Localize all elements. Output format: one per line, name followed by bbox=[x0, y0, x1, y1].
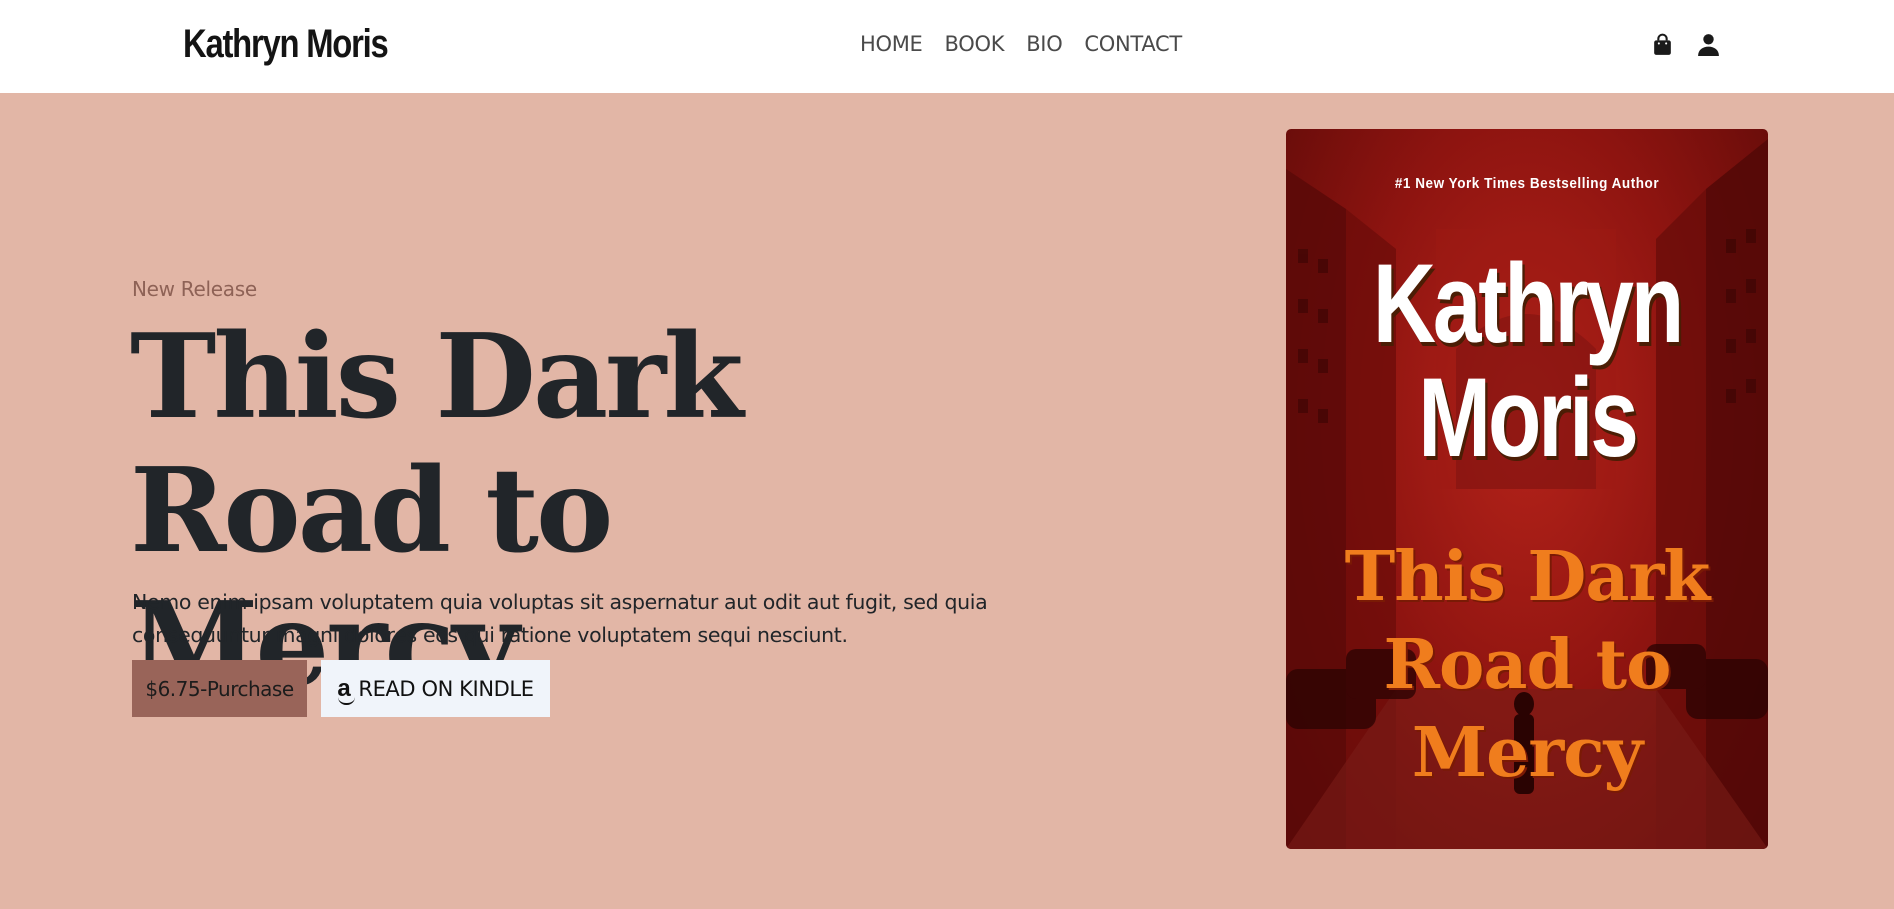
cover-title-line-2: Road to bbox=[1383, 625, 1672, 705]
cover-title-line-1: This Dark bbox=[1344, 537, 1711, 617]
nav-home[interactable]: HOME bbox=[860, 32, 923, 56]
nav-contact[interactable]: CONTACT bbox=[1084, 32, 1182, 56]
nav-bio[interactable]: BIO bbox=[1026, 32, 1063, 56]
release-eyebrow: New Release bbox=[132, 277, 257, 301]
kindle-button-label: READ ON KINDLE bbox=[358, 676, 534, 701]
nav-book[interactable]: BOOK bbox=[945, 32, 1005, 56]
cover-author-name: Kathryn Moris bbox=[1339, 247, 1715, 475]
read-on-kindle-button[interactable]: a READ ON KINDLE bbox=[321, 660, 550, 717]
amazon-icon: a bbox=[337, 674, 356, 705]
user-icon[interactable] bbox=[1696, 32, 1721, 57]
book-cover: #1 New York Times Bestselling Author Kat… bbox=[1286, 129, 1768, 849]
cover-tagline: #1 New York Times Bestselling Author bbox=[1394, 175, 1660, 192]
cover-author-line-1: Kathryn bbox=[1372, 241, 1684, 366]
hero-actions: $6.75-Purchase a READ ON KINDLE bbox=[132, 660, 550, 717]
site-logo[interactable]: Kathryn Moris bbox=[183, 22, 389, 67]
site-header: Kathryn Moris HOME BOOK BIO CONTACT bbox=[0, 0, 1894, 93]
purchase-button[interactable]: $6.75-Purchase bbox=[132, 660, 307, 717]
book-title-line-1: This Dark bbox=[130, 309, 744, 445]
shopping-bag-icon[interactable] bbox=[1650, 32, 1675, 57]
header-icons bbox=[1650, 32, 1721, 57]
cover-author-line-2: Moris bbox=[1418, 355, 1639, 480]
main-nav: HOME BOOK BIO CONTACT bbox=[860, 32, 1182, 56]
cover-title-line-3: Mercy bbox=[1411, 713, 1643, 793]
book-description: Nemo enim ipsam voluptatem quia voluptas… bbox=[132, 590, 988, 647]
cover-book-title: This Dark Road to Mercy bbox=[1286, 533, 1768, 797]
